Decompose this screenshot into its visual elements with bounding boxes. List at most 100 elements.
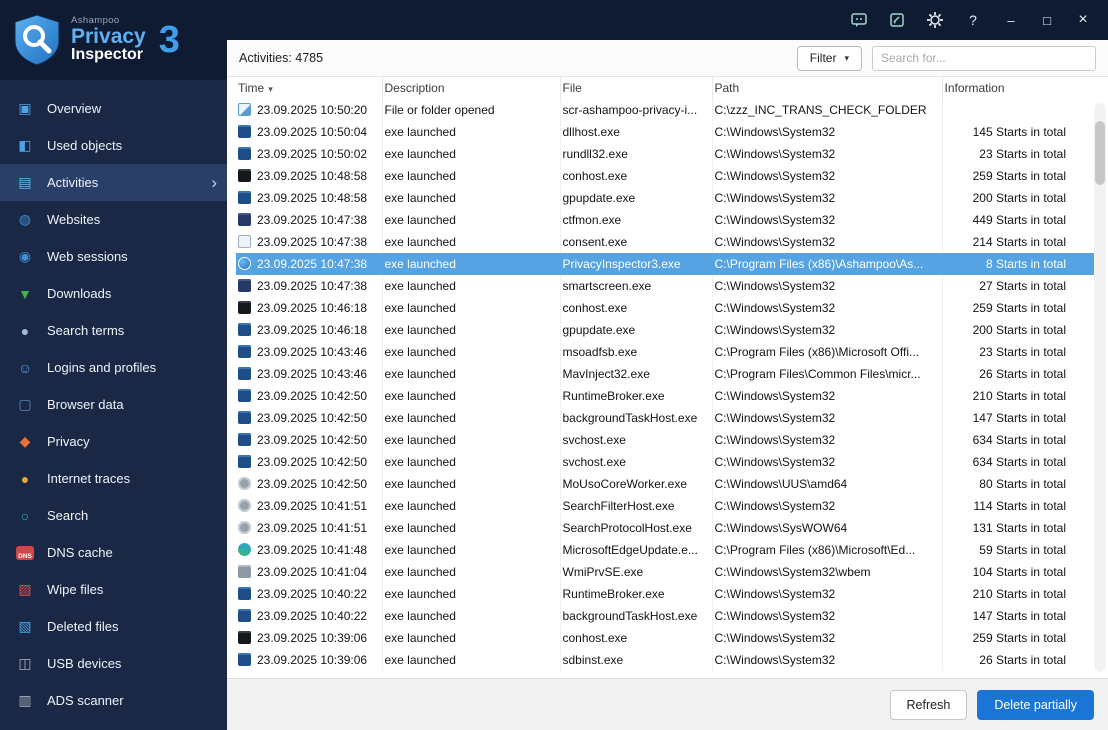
table-row[interactable]: 23.09.2025 10:42:50 exe launched backgroun… (236, 407, 1094, 429)
search-globe-icon: ○ (20, 507, 30, 524)
table-row[interactable]: 23.09.2025 10:42:50 exe launched RuntimeBr… (236, 385, 1094, 407)
win-black-icon (238, 169, 251, 182)
table-row[interactable]: 23.09.2025 10:48:58 exe launched gpupdate.… (236, 187, 1094, 209)
win-blue-icon (238, 433, 251, 446)
cell-path: C:\Windows\System32 (712, 649, 943, 671)
cell-description: exe launched (382, 495, 561, 517)
table-row[interactable]: 23.09.2025 10:41:51 exe launched SearchPro… (236, 517, 1094, 539)
cell-path: C:\Windows\System32 (712, 451, 943, 473)
chevron-right-icon: › (211, 173, 217, 192)
table-row[interactable]: 23.09.2025 10:42:50 exe launched svchost.e… (236, 429, 1094, 451)
filter-button[interactable]: Filter ▾ (796, 45, 862, 71)
search-input[interactable] (872, 45, 1096, 71)
scrollbar-thumb[interactable] (1095, 121, 1105, 185)
sidebar-item-websites[interactable]: ◍ Websites (0, 201, 227, 238)
table-row[interactable]: 23.09.2025 10:47:38 exe launched consent.e… (236, 231, 1094, 253)
sidebar-item-downloads[interactable]: ▼ Downloads (0, 275, 227, 312)
table-row[interactable]: 23.09.2025 10:46:18 exe launched conhost.e… (236, 297, 1094, 319)
column-header-file[interactable]: File (560, 77, 713, 99)
cell-information (942, 99, 1094, 121)
table-row[interactable]: 23.09.2025 10:47:38 exe launched smartscre… (236, 275, 1094, 297)
download-icon: ▼ (18, 285, 32, 302)
sidebar-item-deleted-files[interactable]: ▧ Deleted files (0, 608, 227, 645)
column-header-information[interactable]: Information (942, 77, 1094, 99)
table-row[interactable]: 23.09.2025 10:39:06 exe launched sdbinst.e… (236, 649, 1094, 671)
sidebar-item-label: Wipe files (47, 582, 104, 597)
table-row[interactable]: 23.09.2025 10:47:38 exe launched ctfmon.ex… (236, 209, 1094, 231)
feedback-icon[interactable] (844, 6, 874, 34)
table-row[interactable]: 23.09.2025 10:41:51 exe launched SearchFil… (236, 495, 1094, 517)
cell-file: dllhost.exe (560, 121, 713, 143)
cell-time: 23.09.2025 10:43:46 (257, 367, 368, 381)
sidebar-item-dns-cache[interactable]: DNS DNS cache (0, 534, 227, 571)
cell-file: RuntimeBroker.exe (560, 583, 713, 605)
refresh-button[interactable]: Refresh (889, 689, 968, 720)
table-row[interactable]: 23.09.2025 10:50:04 exe launched dllhost.e… (236, 121, 1094, 143)
table-row[interactable]: 23.09.2025 10:47:38 exe launched PrivacyIn… (236, 253, 1094, 275)
vertical-scrollbar[interactable] (1094, 103, 1106, 672)
table-row[interactable]: 23.09.2025 10:41:04 exe launched WmiPrvSE.… (236, 561, 1094, 583)
table-row[interactable]: 23.09.2025 10:39:06 exe launched conhost.e… (236, 627, 1094, 649)
close-icon[interactable]: × (1068, 6, 1098, 34)
cell-description: exe launched (382, 407, 561, 429)
logo-version: 3 (158, 18, 180, 61)
sidebar-item-search[interactable]: ○ Search (0, 497, 227, 534)
sidebar-item-activities[interactable]: ▤ Activities › (0, 164, 227, 201)
cell-path: C:\Windows\System32 (712, 297, 943, 319)
cell-information: 210 Starts in total (972, 587, 1066, 601)
chevron-down-icon: ▾ (844, 52, 849, 63)
table-row[interactable]: 23.09.2025 10:50:20 File or folder opened… (236, 99, 1094, 121)
sidebar-item-label: Used objects (47, 138, 123, 153)
help-icon[interactable]: ? (958, 6, 988, 34)
table-row[interactable]: 23.09.2025 10:46:18 exe launched gpupdate.… (236, 319, 1094, 341)
column-header-time[interactable]: Time ▾ (236, 77, 383, 99)
table-row[interactable]: 23.09.2025 10:43:46 exe launched MavInject… (236, 363, 1094, 385)
sidebar-item-web-sessions[interactable]: ◉ Web sessions (0, 238, 227, 275)
edit-note-icon[interactable] (882, 6, 912, 34)
settings-icon[interactable] (920, 6, 950, 34)
sidebar-item-privacy[interactable]: ◆ Privacy (0, 423, 227, 460)
cell-description: exe launched (382, 627, 561, 649)
cell-file: PrivacyInspector3.exe (560, 253, 713, 275)
sidebar-item-logins-profiles[interactable]: ☺ Logins and profiles (0, 349, 227, 386)
cell-time: 23.09.2025 10:39:06 (257, 653, 368, 667)
cell-information: 27 Starts in total (979, 279, 1066, 293)
table-row[interactable]: 23.09.2025 10:50:02 exe launched rundll32.… (236, 143, 1094, 165)
minimize-icon[interactable]: – (996, 6, 1026, 34)
sidebar-item-usb-devices[interactable]: ◫ USB devices (0, 645, 227, 682)
maximize-icon[interactable]: □ (1032, 6, 1062, 34)
cell-file: rundll32.exe (560, 143, 713, 165)
delete-partially-button[interactable]: Delete partially (977, 689, 1094, 720)
win-blue-icon (238, 367, 251, 380)
column-header-description[interactable]: Description (382, 77, 561, 99)
sidebar-item-label: Search (47, 508, 89, 523)
column-header-path[interactable]: Path (712, 77, 943, 99)
table-row[interactable]: 23.09.2025 10:42:50 exe launched MoUsoCore… (236, 473, 1094, 495)
cell-path: C:\Program Files (x86)\Ashampoo\As... (712, 253, 943, 275)
table-row[interactable]: 23.09.2025 10:40:22 exe launched backgroun… (236, 605, 1094, 627)
sidebar-item-used-objects[interactable]: ◧ Used objects (0, 127, 227, 164)
cell-time: 23.09.2025 10:47:38 (257, 213, 368, 227)
cell-time: 23.09.2025 10:46:18 (257, 301, 368, 315)
cell-path: C:\Windows\System32 (712, 121, 943, 143)
win-blue-icon (238, 609, 251, 622)
cell-file: svchost.exe (560, 451, 713, 473)
sidebar-item-ads-scanner[interactable]: ▥ ADS scanner (0, 682, 227, 719)
table-row[interactable]: 23.09.2025 10:48:58 exe launched conhost.e… (236, 165, 1094, 187)
cell-file: conhost.exe (560, 627, 713, 649)
sort-desc-icon: ▾ (268, 84, 273, 94)
table-row[interactable]: 23.09.2025 10:43:46 exe launched msoadfsb.… (236, 341, 1094, 363)
table-row[interactable]: 23.09.2025 10:40:22 exe launched RuntimeBr… (236, 583, 1094, 605)
app-window: Ashampoo Privacy Inspector 3 ▣ Overview ◧ U… (0, 0, 1108, 730)
table-row[interactable]: 23.09.2025 10:41:48 exe launched Microsoft… (236, 539, 1094, 561)
logo-product-line1: Privacy (71, 24, 146, 48)
shield-magnifier-logo-icon (14, 14, 60, 66)
table-row[interactable]: 23.09.2025 10:42:50 exe launched svchost.e… (236, 451, 1094, 473)
sidebar-item-search-terms[interactable]: ● Search terms (0, 312, 227, 349)
sidebar-item-overview[interactable]: ▣ Overview (0, 90, 227, 127)
activities-table: Time ▾ Description File Path Information 23.0… (236, 77, 1094, 671)
sidebar-item-browser-data[interactable]: ▢ Browser data (0, 386, 227, 423)
sidebar-item-internet-traces[interactable]: ● Internet traces (0, 460, 227, 497)
cell-file: SearchProtocolHost.exe (560, 517, 713, 539)
sidebar-item-wipe-files[interactable]: ▨ Wipe files (0, 571, 227, 608)
